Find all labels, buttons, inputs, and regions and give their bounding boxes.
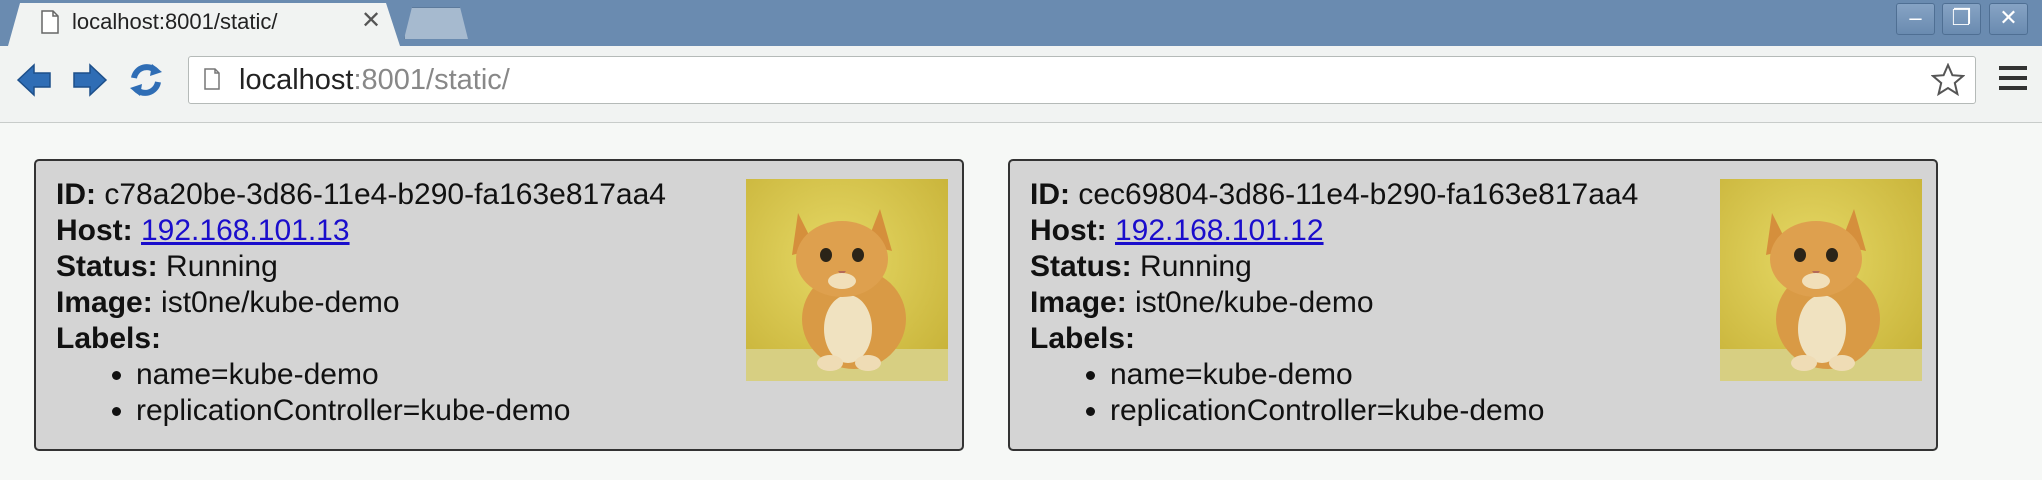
- pod-info: ID: cec69804-3d86-11e4-b290-fa163e817aa4…: [1030, 177, 1638, 429]
- pod-id-row: ID: c78a20be-3d86-11e4-b290-fa163e817aa4: [56, 177, 666, 213]
- pod-image: ist0ne/kube-demo: [161, 286, 400, 319]
- status-label: Status:: [1030, 250, 1132, 283]
- pod-status-row: Status: Running: [1030, 249, 1638, 285]
- page-content: ID: c78a20be-3d86-11e4-b290-fa163e817aa4…: [0, 123, 2042, 480]
- tab-title: localhost:8001/static/: [72, 9, 278, 34]
- id-label: ID:: [56, 178, 96, 211]
- pod-status-row: Status: Running: [56, 249, 666, 285]
- address-bar[interactable]: localhost:8001/static/: [188, 56, 1976, 104]
- pod-host-row: Host: 192.168.101.13: [56, 213, 666, 249]
- kitten-photo: [1720, 179, 1922, 381]
- id-label: ID:: [1030, 178, 1070, 211]
- pod-image-row: Image: ist0ne/kube-demo: [56, 285, 666, 321]
- url-host: localhost: [239, 64, 354, 96]
- pod-info: ID: c78a20be-3d86-11e4-b290-fa163e817aa4…: [56, 177, 666, 429]
- image-label: Image:: [56, 286, 153, 319]
- image-label: Image:: [1030, 286, 1127, 319]
- host-link[interactable]: 192.168.101.13: [141, 214, 350, 247]
- url-path: :8001/static/: [353, 64, 510, 96]
- window-close-button[interactable]: ✕: [1989, 3, 2028, 35]
- labels-list: name=kube-demo replicationController=kub…: [56, 357, 666, 429]
- labels-label: Labels:: [1030, 322, 1136, 355]
- labels-label: Labels:: [56, 322, 162, 355]
- window-minimize-button[interactable]: –: [1896, 3, 1935, 35]
- labels-list: name=kube-demo replicationController=kub…: [1030, 357, 1638, 429]
- pod-labels-row: Labels:: [1030, 321, 1638, 357]
- list-item: name=kube-demo: [136, 357, 666, 393]
- forward-arrow-icon[interactable]: [70, 60, 110, 100]
- pod-id: c78a20be-3d86-11e4-b290-fa163e817aa4: [104, 178, 666, 211]
- kitten-photo: [746, 179, 948, 381]
- pod-card: ID: c78a20be-3d86-11e4-b290-fa163e817aa4…: [34, 159, 964, 451]
- tab-close-icon[interactable]: ✕: [358, 8, 384, 34]
- url-text[interactable]: localhost:8001/static/: [239, 65, 510, 95]
- reload-icon[interactable]: [126, 60, 166, 100]
- list-item: replicationController=kube-demo: [136, 393, 666, 429]
- pod-labels-row: Labels:: [56, 321, 666, 357]
- host-link[interactable]: 192.168.101.12: [1115, 214, 1324, 247]
- status-label: Status:: [56, 250, 158, 283]
- host-label: Host:: [56, 214, 133, 247]
- menu-icon[interactable]: [1999, 66, 2029, 96]
- new-tab-button[interactable]: [404, 7, 468, 39]
- host-label: Host:: [1030, 214, 1107, 247]
- star-icon[interactable]: [1931, 63, 1965, 97]
- pod-id-row: ID: cec69804-3d86-11e4-b290-fa163e817aa4: [1030, 177, 1638, 213]
- pod-image-row: Image: ist0ne/kube-demo: [1030, 285, 1638, 321]
- list-item: replicationController=kube-demo: [1110, 393, 1638, 429]
- browser-tab-strip: localhost:8001/static/ ✕ – ❐ ✕: [0, 0, 2042, 46]
- page-icon: [41, 10, 59, 34]
- page-icon: [204, 68, 220, 90]
- pod-host-row: Host: 192.168.101.12: [1030, 213, 1638, 249]
- back-arrow-icon[interactable]: [14, 60, 54, 100]
- browser-toolbar: localhost:8001/static/: [0, 46, 2042, 123]
- list-item: name=kube-demo: [1110, 357, 1638, 393]
- pod-card: ID: cec69804-3d86-11e4-b290-fa163e817aa4…: [1008, 159, 1938, 451]
- pod-id: cec69804-3d86-11e4-b290-fa163e817aa4: [1078, 178, 1639, 211]
- window-maximize-button[interactable]: ❐: [1942, 3, 1981, 35]
- pod-image: ist0ne/kube-demo: [1135, 286, 1374, 319]
- pod-status: Running: [166, 250, 278, 283]
- pod-status: Running: [1140, 250, 1252, 283]
